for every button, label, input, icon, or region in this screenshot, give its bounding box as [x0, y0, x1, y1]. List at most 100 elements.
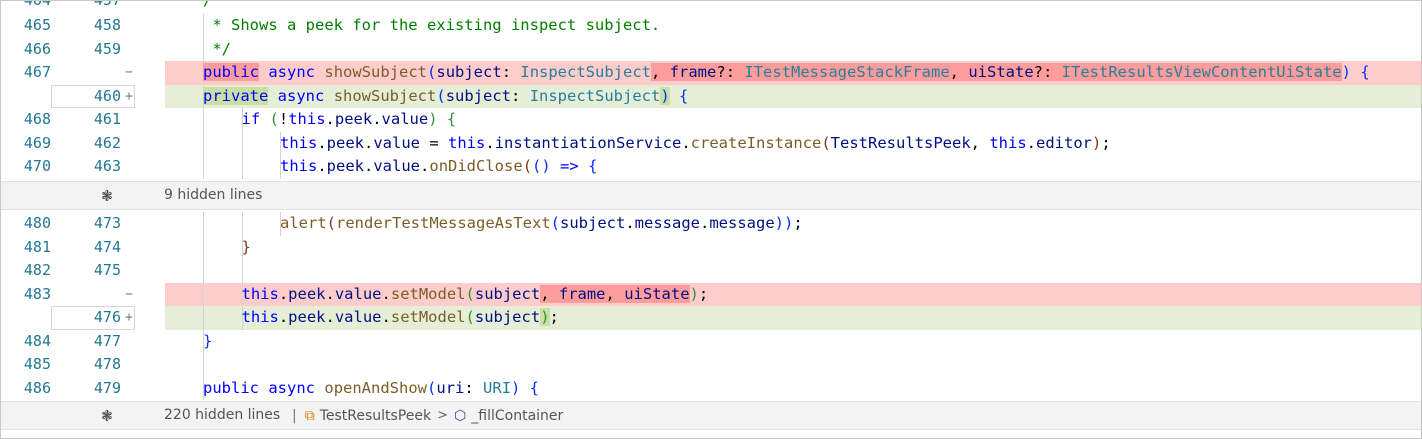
code-token: async [268, 378, 316, 397]
indent-guide [203, 212, 204, 236]
code-token: ; [1101, 133, 1111, 152]
hidden-lines-bar-1[interactable]: ❃ 9 hidden lines [1, 181, 1421, 210]
code-token: { [1360, 63, 1370, 81]
indent-guide [203, 155, 204, 179]
unfold-icon[interactable]: ❃ [97, 406, 117, 426]
modified-line-number: 463 [93, 157, 121, 175]
code-token: . [317, 157, 327, 175]
code-token: value [334, 284, 382, 303]
code-text: public async showSubject(subject: Inspec… [203, 61, 1370, 85]
original-line-number: 466 [23, 39, 51, 58]
code-token: . [325, 110, 335, 128]
code-token: this [288, 110, 326, 128]
code-token: InspectSubject [520, 63, 652, 81]
code-token: * Shows a peek for the existing inspect … [203, 16, 661, 34]
breadcrumb-item-method[interactable]: _fillContainer [471, 408, 563, 424]
code-text: } [203, 330, 212, 354]
code-token: editor [1036, 133, 1092, 152]
code-token: this [989, 133, 1027, 152]
code-token: )) [774, 214, 794, 232]
code-token: subject [445, 86, 512, 105]
code-token: ITestMessageStackFrame [744, 63, 950, 81]
modified-line-number: 473 [93, 214, 121, 232]
code-line: 486 479 public async openAndShow(uri: URI)… [1, 376, 1421, 400]
code-token: alert [280, 214, 327, 232]
original-line-number: 468 [23, 110, 51, 128]
code-token: InspectSubject [529, 86, 661, 105]
indent-guide [241, 155, 243, 179]
unfold-icon[interactable]: ❃ [97, 186, 117, 206]
code-token: : [511, 86, 530, 105]
modified-line-number: 458 [93, 16, 121, 34]
code-token: frame [558, 284, 606, 303]
code-token: instantiationService [494, 133, 682, 152]
code-token: ) [660, 86, 670, 105]
code-text: this.peek.value.setModel(subject); [242, 306, 559, 330]
hidden-lines-label[interactable]: 9 hidden lines [164, 182, 262, 209]
code-token: this [241, 284, 279, 303]
code-token: . [625, 214, 635, 232]
code-token: ; [549, 308, 559, 326]
code-token: ?: [716, 63, 745, 81]
modified-line-number: 477 [93, 331, 121, 350]
code-token: showSubject [324, 63, 428, 81]
code-token: message [709, 214, 775, 232]
code-token: { [679, 86, 689, 105]
symbol-class-icon: ⧉ [304, 407, 315, 424]
code-token: ) [1341, 63, 1351, 81]
indent-guide [203, 353, 204, 377]
code-token: . [364, 133, 374, 152]
hidden-lines-label[interactable]: 220 hidden lines [164, 402, 280, 429]
modified-line-number: 475 [93, 261, 121, 279]
code-token: subject [436, 63, 502, 81]
code-line-partial-top: 464 457 /** [1, 0, 1421, 13]
code-line: 468 461 if (!this.peek.value) { [1, 108, 1421, 132]
inserted-line: 476 + this.peek.value.setModel(subject); [1, 306, 1421, 330]
symbol-method-icon: ⬡ [454, 407, 467, 424]
code-token: , [949, 63, 969, 81]
code-token: this [241, 308, 279, 326]
code-token: , [970, 133, 990, 152]
code-token: () [532, 157, 551, 175]
code-token: . [325, 308, 335, 326]
code-token: subject [474, 308, 541, 326]
code-token: renderTestMessageAsText [336, 214, 551, 232]
code-token: . [420, 157, 430, 175]
code-token: ) [689, 284, 699, 303]
modified-line-number: 457 [93, 0, 121, 9]
code-token: . [681, 133, 691, 152]
code-line: 465 458 * Shows a peek for the existing i… [1, 14, 1421, 38]
code-text: alert(renderTestMessageAsText(subject.me… [280, 212, 803, 236]
code-text: */ [203, 38, 231, 62]
code-token: uri [436, 378, 465, 397]
code-token: value [373, 157, 421, 175]
breadcrumb: | ⧉ TestResultsPeek > ⬡ _fillContainer [284, 402, 563, 429]
code-text: if (!this.peek.value) { [242, 108, 457, 132]
original-line-number: 467 [23, 63, 51, 81]
code-text: this.peek.value.onDidClose(() => { [280, 155, 597, 179]
hidden-lines-bar-2[interactable]: ❃ 220 hidden lines | ⧉ TestResultsPeek >… [1, 401, 1421, 430]
breadcrumb-item-class[interactable]: TestResultsPeek [320, 408, 431, 424]
code-token: onDidClose [429, 157, 523, 175]
added-sign-icon: + [125, 310, 133, 325]
original-line-number: 470 [23, 157, 51, 175]
code-token: , [540, 284, 559, 303]
original-line-number: 481 [23, 237, 51, 256]
code-line: 482 475 [1, 259, 1421, 283]
original-line-number: 480 [23, 214, 51, 232]
code-token: ; [793, 214, 803, 232]
code-text: private async showSubject(subject: Inspe… [203, 85, 688, 109]
indent-guide [203, 131, 204, 155]
modified-line-number [81, 61, 121, 85]
indent-guide [241, 212, 243, 236]
indent-guide [241, 131, 243, 155]
code-text: * Shows a peek for the existing inspect … [203, 14, 660, 38]
code-token: . [1026, 133, 1036, 152]
code-token: . [325, 284, 335, 303]
original-line-number [11, 85, 51, 109]
code-line-partial-bottom [1, 429, 1421, 438]
